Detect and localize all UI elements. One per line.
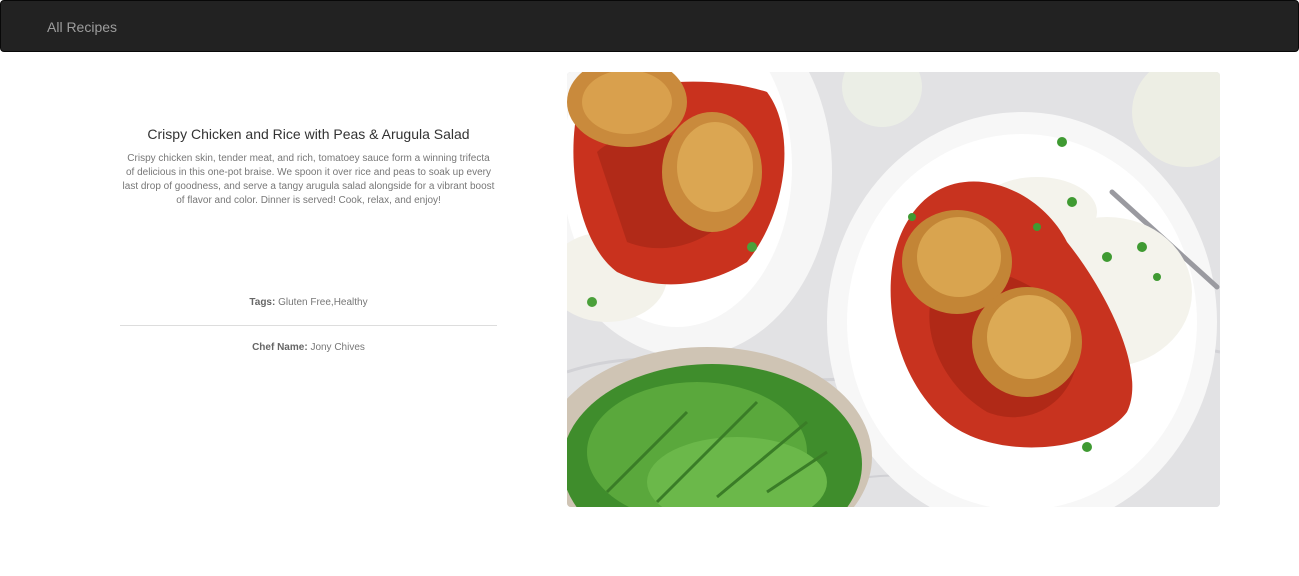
chef-value: Jony Chives [310,342,365,353]
recipe-tags: Tags: Gluten Free,Healthy [120,296,497,310]
top-navbar: All Recipes [0,0,1299,52]
divider [120,325,497,326]
tags-value: Gluten Free,Healthy [278,297,368,308]
recipe-chef: Chef Name: Jony Chives [120,341,497,355]
recipe-photo-illustration [567,72,1220,507]
tags-label: Tags: [249,297,276,308]
all-recipes-link[interactable]: All Recipes [47,18,117,36]
recipe-description: Crispy chicken skin, tender meat, and ri… [122,153,495,206]
recipe-image [567,72,1220,507]
recipe-title: Crispy Chicken and Rice with Peas & Arug… [147,126,470,142]
chef-label: Chef Name: [252,342,308,353]
recipe-info-panel: Crispy Chicken and Rice with Peas & Arug… [120,72,497,507]
